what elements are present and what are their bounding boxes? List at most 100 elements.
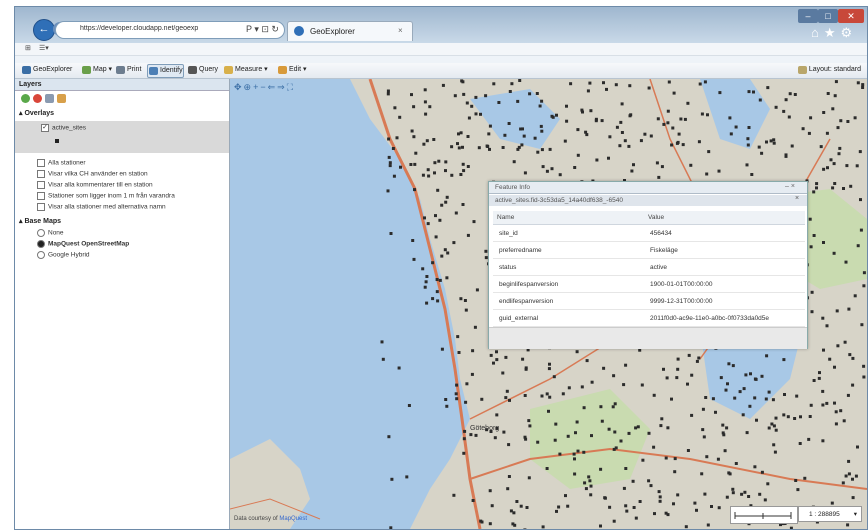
maximize-button[interactable]: □ (818, 9, 838, 23)
site-point-marker[interactable] (719, 376, 723, 380)
site-point-marker[interactable] (444, 398, 448, 401)
remove-layer-icon[interactable] (33, 94, 42, 103)
site-point-marker[interactable] (489, 353, 493, 357)
site-point-marker[interactable] (807, 131, 811, 135)
site-point-marker[interactable] (825, 131, 829, 135)
layer-properties-icon[interactable] (57, 94, 66, 103)
map-view[interactable]: Göteborg ✥⊕+−⇐⇒⛶ Feature Info – × active… (230, 79, 867, 529)
site-point-marker[interactable] (831, 107, 835, 111)
site-point-marker[interactable] (641, 458, 645, 462)
site-point-marker[interactable] (821, 389, 825, 393)
site-point-marker[interactable] (540, 99, 544, 103)
site-point-marker[interactable] (690, 413, 694, 417)
site-point-marker[interactable] (745, 431, 749, 435)
site-point-marker[interactable] (677, 132, 681, 136)
site-point-marker[interactable] (422, 142, 426, 146)
close-window-button[interactable]: ✕ (838, 9, 864, 23)
site-point-marker[interactable] (623, 139, 627, 143)
site-point-marker[interactable] (673, 457, 677, 461)
site-point-marker[interactable] (832, 162, 836, 166)
site-point-marker[interactable] (731, 364, 735, 368)
site-point-marker[interactable] (774, 428, 778, 432)
toolbar-measure-button[interactable]: Measure ▾ (223, 64, 268, 76)
site-point-marker[interactable] (634, 426, 638, 430)
toolbar-identify-button[interactable]: Identify (147, 64, 184, 78)
site-point-marker[interactable] (666, 121, 670, 125)
site-point-marker[interactable] (588, 479, 592, 483)
site-point-marker[interactable] (386, 189, 390, 193)
site-point-marker[interactable] (782, 109, 786, 113)
site-point-marker[interactable] (445, 404, 449, 408)
site-point-marker[interactable] (640, 383, 644, 387)
site-point-marker[interactable] (851, 356, 855, 360)
site-point-marker[interactable] (846, 523, 850, 527)
site-point-marker[interactable] (440, 203, 444, 207)
site-point-marker[interactable] (812, 379, 816, 382)
site-point-marker[interactable] (725, 495, 729, 499)
site-point-marker[interactable] (461, 162, 465, 166)
site-point-marker[interactable] (427, 174, 431, 178)
site-point-marker[interactable] (803, 476, 807, 480)
site-point-marker[interactable] (504, 355, 508, 359)
site-point-marker[interactable] (426, 168, 430, 172)
site-point-marker[interactable] (492, 82, 496, 86)
site-point-marker[interactable] (388, 164, 392, 168)
site-point-marker[interactable] (471, 499, 475, 502)
site-point-marker[interactable] (469, 433, 473, 437)
site-point-marker[interactable] (831, 186, 835, 190)
site-point-marker[interactable] (726, 382, 729, 386)
site-point-marker[interactable] (771, 398, 775, 402)
site-point-marker[interactable] (620, 131, 624, 134)
site-point-marker[interactable] (832, 251, 836, 255)
home-icon[interactable]: ⌂ (811, 25, 824, 40)
site-point-marker[interactable] (462, 437, 466, 441)
overlay-option-row[interactable]: Visar vilka CH använder en station (37, 170, 148, 178)
site-point-marker[interactable] (438, 218, 442, 222)
overlay-option-row[interactable]: Visar alla kommentarer till en station (37, 181, 153, 189)
site-point-marker[interactable] (782, 413, 786, 417)
site-point-marker[interactable] (576, 128, 580, 132)
site-point-marker[interactable] (670, 143, 674, 147)
site-point-marker[interactable] (555, 509, 558, 513)
site-point-marker[interactable] (686, 382, 689, 386)
site-point-marker[interactable] (666, 109, 670, 113)
site-point-marker[interactable] (411, 239, 415, 242)
site-point-marker[interactable] (602, 81, 605, 85)
site-point-marker[interactable] (539, 124, 543, 128)
site-point-marker[interactable] (454, 392, 458, 396)
site-point-marker[interactable] (707, 150, 711, 154)
site-point-marker[interactable] (508, 90, 512, 93)
site-point-marker[interactable] (502, 430, 506, 434)
site-point-marker[interactable] (554, 422, 558, 426)
toolbar-edit-button[interactable]: Edit ▾ (277, 64, 307, 76)
site-point-marker[interactable] (725, 426, 729, 430)
site-point-marker[interactable] (702, 435, 706, 439)
site-point-marker[interactable] (390, 477, 394, 481)
site-point-marker[interactable] (711, 397, 715, 401)
site-point-marker[interactable] (639, 139, 643, 143)
previous-extent-icon[interactable]: ⇐ (268, 82, 278, 92)
site-point-marker[interactable] (618, 144, 622, 148)
site-point-marker[interactable] (573, 166, 577, 169)
site-point-marker[interactable] (748, 404, 752, 408)
site-point-marker[interactable] (836, 344, 840, 348)
site-point-marker[interactable] (681, 143, 685, 147)
overlay-checkbox[interactable] (37, 181, 45, 189)
site-point-marker[interactable] (808, 217, 812, 221)
site-point-marker[interactable] (717, 506, 721, 510)
site-point-marker[interactable] (600, 419, 604, 423)
site-point-marker[interactable] (700, 112, 704, 116)
site-point-marker[interactable] (615, 125, 619, 129)
site-point-marker[interactable] (765, 140, 768, 144)
site-point-marker[interactable] (572, 452, 576, 456)
site-point-marker[interactable] (575, 350, 579, 354)
site-point-marker[interactable] (473, 325, 477, 329)
site-point-marker[interactable] (821, 316, 825, 320)
site-point-marker[interactable] (729, 132, 733, 136)
site-point-marker[interactable] (662, 122, 666, 126)
site-point-marker[interactable] (397, 366, 401, 370)
site-point-marker[interactable] (423, 88, 427, 92)
site-point-marker[interactable] (488, 489, 492, 493)
site-point-marker[interactable] (516, 99, 520, 103)
site-point-marker[interactable] (624, 504, 628, 508)
